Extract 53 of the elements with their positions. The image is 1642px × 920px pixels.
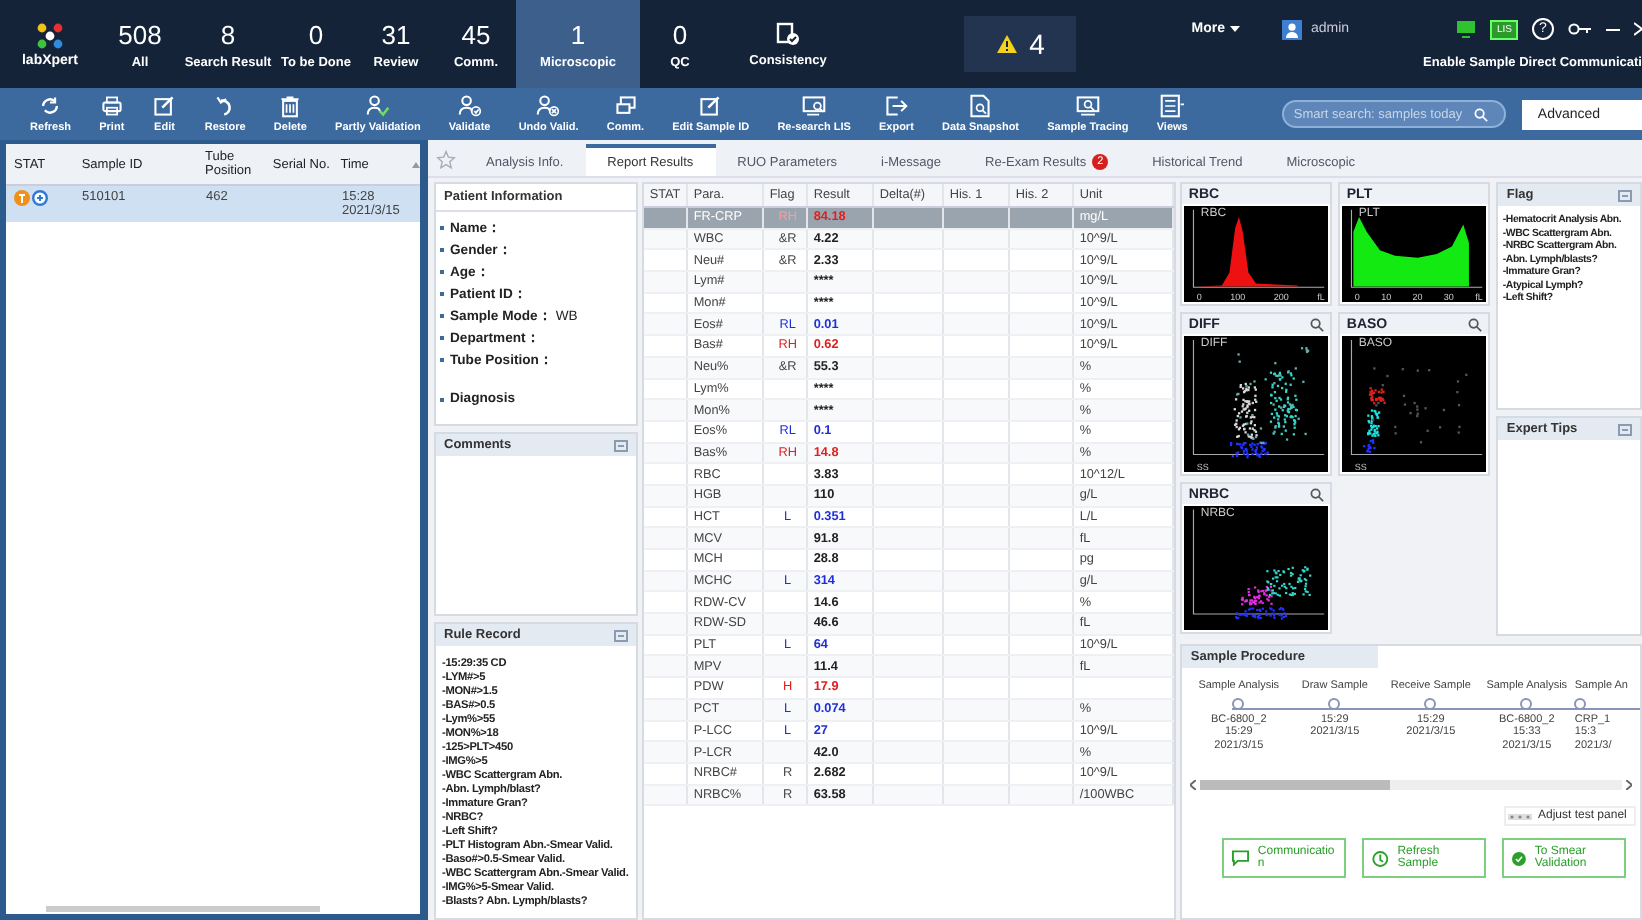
step-node [1328,697,1341,709]
scrollbar[interactable] [1200,780,1622,790]
message-icon [1232,850,1250,866]
trash-icon [278,94,303,118]
edit-icon [152,94,177,118]
edit-icon [698,94,723,118]
grid-icon [1160,94,1185,118]
priority-icon [14,190,30,206]
star-icon[interactable] [436,150,456,170]
histogram-curve [1354,217,1470,287]
document-check-icon [776,21,800,45]
axis-lines [1351,339,1484,456]
axis-lines [1193,209,1326,288]
print-icon [99,94,124,118]
sort-icon[interactable] [412,161,421,167]
alert-indicator[interactable]: 4 [964,16,1076,72]
key-icon[interactable] [1568,22,1592,36]
zoom-icon[interactable] [1310,317,1325,331]
dots-icon [1508,813,1532,819]
monitor-search-icon [802,94,827,118]
document-search-icon [968,94,993,118]
check-circle-icon [1512,849,1527,867]
scroll-left-icon[interactable] [1190,780,1197,790]
scatter-dots [1363,367,1469,453]
windows-icon [613,94,638,118]
user-cancel-icon [536,94,561,118]
user-icon[interactable] [1282,19,1303,39]
user-check-icon [365,94,390,118]
step-node [1424,697,1437,709]
close-icon[interactable] [1634,22,1642,36]
logo-icon [36,21,64,49]
monitor-search-icon [1075,94,1100,118]
user-check-icon [457,94,482,118]
zoom-icon[interactable] [1468,317,1483,331]
step-node [1574,697,1587,709]
scatter-dots [1230,347,1310,459]
status-icon [32,190,48,206]
axis-lines [1193,509,1326,615]
axis-lines [1193,339,1326,456]
axis-lines [1351,209,1484,288]
scrollbar[interactable] [46,906,320,912]
warning-icon [995,34,1018,54]
monitor-icon[interactable] [1456,20,1477,38]
scroll-right-icon[interactable] [1626,780,1632,790]
step-node [1520,697,1533,709]
export-icon [884,94,909,118]
zoom-icon[interactable] [1310,487,1325,501]
alert-count: 4 [1029,28,1045,60]
search-icon [1473,107,1488,121]
minimize-icon[interactable] [1606,27,1620,31]
step-node [1232,697,1245,709]
caret-icon [1230,26,1241,32]
scatter-dots [1235,566,1313,620]
